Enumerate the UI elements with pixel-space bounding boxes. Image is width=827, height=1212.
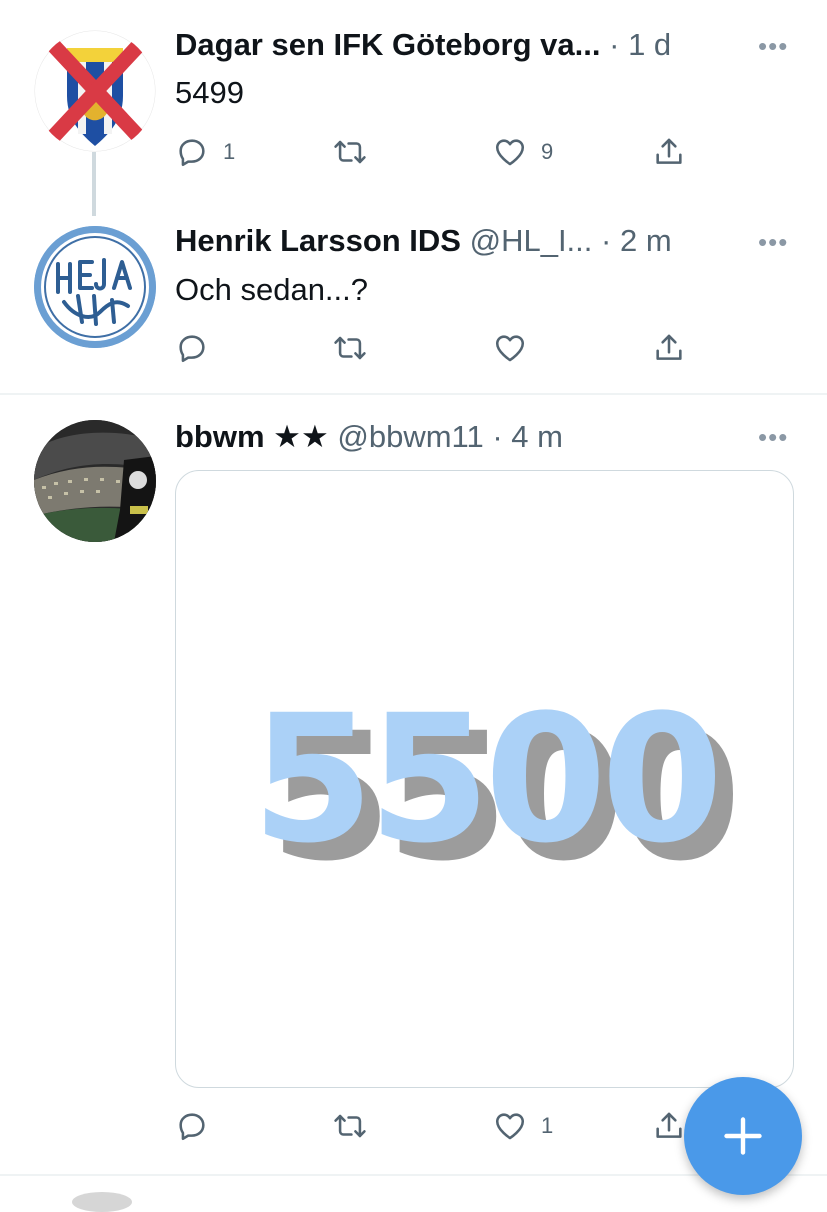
retweet-icon: [333, 331, 367, 365]
avatar[interactable]: [34, 30, 156, 152]
like-button[interactable]: 1: [493, 1106, 553, 1146]
reply-button[interactable]: 1: [175, 132, 235, 172]
retweet-button[interactable]: [333, 1106, 367, 1146]
user-handle[interactable]: @HL_I...: [470, 223, 593, 258]
reply-icon: [175, 1109, 209, 1143]
timestamp[interactable]: 4 m: [511, 419, 563, 454]
reply-button[interactable]: [175, 328, 209, 368]
tweet-header: Henrik Larsson IDS @HL_I... · 2 m: [175, 221, 672, 261]
like-icon: [493, 1109, 527, 1143]
display-name[interactable]: bbwm ★★: [175, 419, 329, 454]
stadium-photo-icon: [34, 420, 156, 542]
timestamp[interactable]: 1 d: [628, 27, 671, 62]
tweet-1[interactable]: Dagar sen IFK Göteborg va... · 1 d ••• 5…: [0, 0, 827, 216]
like-count: 1: [541, 1113, 554, 1138]
action-bar: [175, 328, 695, 368]
tweet-image[interactable]: 5500: [175, 470, 794, 1088]
share-icon: [652, 135, 686, 169]
retweet-button[interactable]: [333, 132, 381, 172]
compose-plus-icon: [724, 1117, 762, 1155]
compose-tweet-button[interactable]: [684, 1077, 802, 1195]
separator: ·: [492, 419, 503, 454]
share-icon: [652, 1109, 686, 1143]
tweet-3[interactable]: bbwm ★★ @bbwm11 · 4 m ••• 5500 1: [0, 395, 827, 1175]
reply-button[interactable]: [175, 1106, 209, 1146]
avatar[interactable]: [34, 226, 156, 348]
more-icon[interactable]: •••: [758, 33, 788, 59]
retweet-icon: [333, 1109, 367, 1143]
action-bar: 1 9: [175, 132, 695, 172]
avatar[interactable]: [34, 420, 156, 542]
heja-logo-icon: [34, 226, 156, 348]
user-handle[interactable]: @bbwm11: [337, 419, 483, 454]
like-button[interactable]: 9: [493, 132, 553, 172]
tweet-text: 5499: [175, 75, 244, 110]
more-icon[interactable]: •••: [758, 229, 788, 255]
separator: ·: [609, 27, 620, 62]
ifk-crest-crossed-icon: [34, 30, 156, 152]
reply-icon: [175, 331, 209, 365]
like-icon: [493, 135, 527, 169]
more-icon[interactable]: •••: [758, 424, 788, 450]
display-name[interactable]: Henrik Larsson IDS: [175, 223, 461, 258]
tweet-header: bbwm ★★ @bbwm11 · 4 m: [175, 417, 563, 457]
tweet-2[interactable]: Henrik Larsson IDS @HL_I... · 2 m ••• Oc…: [0, 200, 827, 394]
tweet-header: Dagar sen IFK Göteborg va... · 1 d: [175, 25, 671, 65]
like-button[interactable]: [493, 328, 527, 368]
share-button[interactable]: [652, 132, 686, 172]
reply-count: 1: [223, 139, 236, 164]
reply-icon: [175, 135, 209, 169]
share-button[interactable]: [652, 1106, 686, 1146]
share-icon: [652, 331, 686, 365]
tweet-text: Och sedan...?: [175, 272, 369, 307]
separator: ·: [601, 223, 612, 258]
action-bar: 1: [175, 1106, 695, 1146]
like-icon: [493, 331, 527, 365]
like-count: 9: [541, 139, 554, 164]
retweet-button[interactable]: [333, 328, 367, 368]
timestamp[interactable]: 2 m: [620, 223, 672, 258]
share-button[interactable]: [652, 328, 686, 368]
image-number: 5500: [251, 676, 724, 882]
retweet-icon: [333, 135, 367, 169]
display-name[interactable]: Dagar sen IFK Göteborg va...: [175, 27, 600, 62]
next-tweet-avatar: [72, 1192, 132, 1212]
